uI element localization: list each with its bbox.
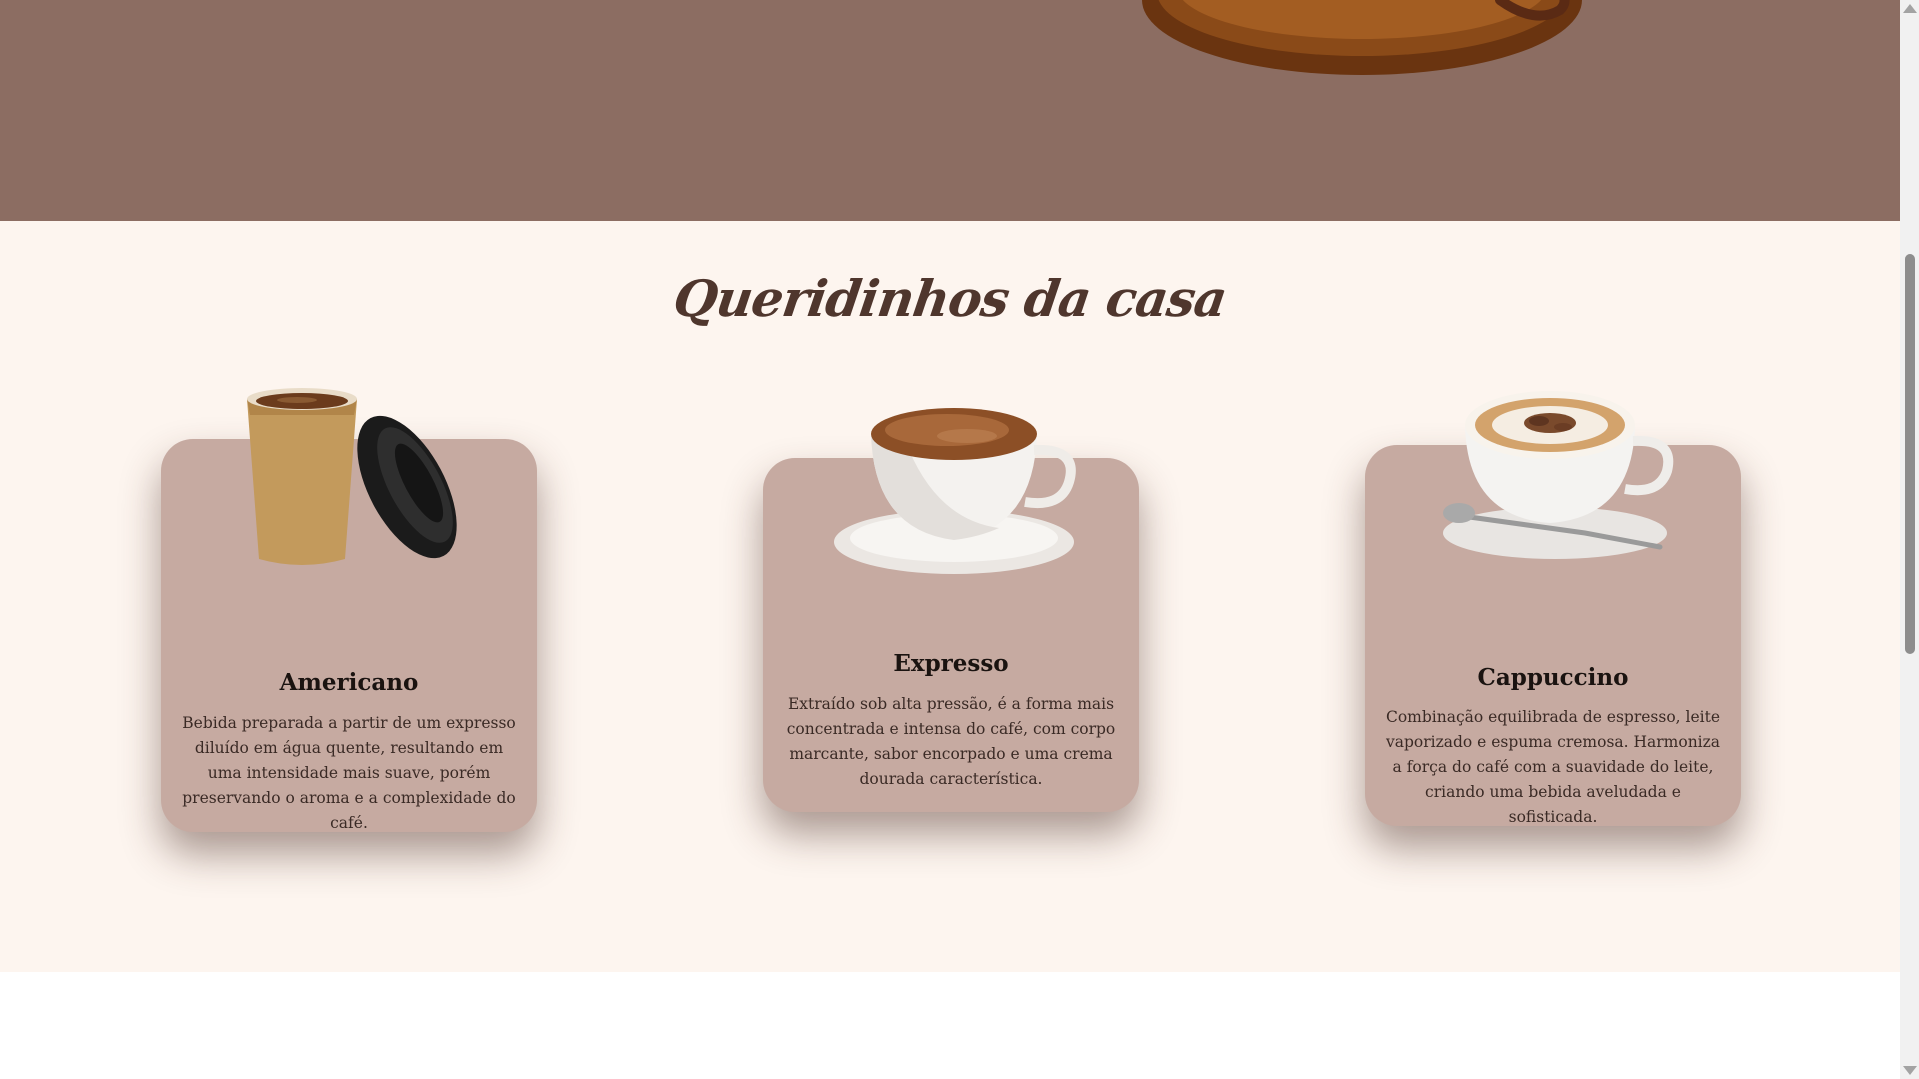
card-title: Americano — [279, 669, 419, 696]
scrollbar-thumb[interactable] — [1905, 254, 1915, 654]
scroll-down-arrow-icon[interactable] — [1903, 1066, 1917, 1075]
card-title: Expresso — [893, 650, 1009, 677]
hero-banner — [0, 0, 1900, 221]
section-title: Queridinhos da casa — [669, 269, 1231, 328]
favorites-section: Queridinhos da casa Americano Bebida pre… — [0, 221, 1900, 972]
cappuccino-cup-image — [1443, 391, 1674, 559]
product-card-americano: Americano Bebida preparada a partir de u… — [161, 388, 537, 832]
card-description: Extraído sob alta pressão, é a forma mai… — [786, 695, 1116, 788]
card-title: Cappuccino — [1477, 664, 1629, 691]
espresso-cup-image — [834, 408, 1076, 574]
takeaway-coffee-cup-image — [247, 388, 457, 565]
vertical-scrollbar[interactable] — [1900, 0, 1919, 1079]
product-card-cappuccino: Cappuccino Combinação equilibrada de esp… — [1365, 391, 1741, 826]
card-description: Bebida preparada a partir de um expresso… — [182, 714, 516, 832]
plate-with-sweets-image — [1142, 0, 1582, 75]
card-description: Combinação equilibrada de espresso, leit… — [1385, 708, 1721, 826]
scroll-up-arrow-icon[interactable] — [1903, 4, 1917, 13]
page: Queridinhos da casa Americano Bebida pre… — [0, 0, 1900, 1079]
product-card-expresso: Expresso Extraído sob alta pressão, é a … — [763, 408, 1139, 812]
